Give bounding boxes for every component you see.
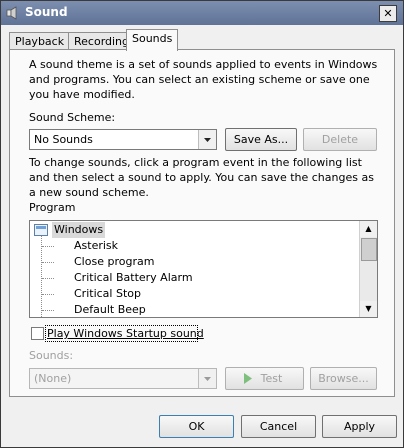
play-icon <box>244 373 252 384</box>
tree-connector <box>42 310 54 311</box>
chevron-down-icon <box>198 130 216 149</box>
scroll-down-icon[interactable]: ▼ <box>360 301 377 317</box>
close-icon: ✕ <box>383 7 393 20</box>
tree-connector <box>42 278 54 279</box>
browse-button[interactable]: Browse... <box>310 367 377 390</box>
browse-label: Browse... <box>318 372 369 385</box>
list-item-label: Critical Stop <box>74 287 141 300</box>
list-item[interactable]: Default Beep <box>74 302 146 317</box>
save-as-label: Save As... <box>233 133 289 146</box>
scroll-up-icon[interactable]: ▲ <box>360 221 377 237</box>
instructions-text: To change sounds, click a program event … <box>29 156 374 199</box>
list-item[interactable]: Asterisk <box>74 238 118 254</box>
tab-label: Playback <box>15 35 65 48</box>
sounds-dropdown[interactable]: (None) <box>29 368 217 389</box>
list-item[interactable]: Close program <box>74 254 154 270</box>
test-label: Test <box>260 372 283 385</box>
sounds-value: (None) <box>34 372 72 385</box>
tree-connector <box>42 262 54 263</box>
title-bar[interactable]: Sound ✕ <box>1 1 403 25</box>
list-item-label: Close program <box>74 255 155 268</box>
sound-scheme-value: No Sounds <box>34 133 93 146</box>
list-item-label: Asterisk <box>74 239 119 252</box>
delete-button[interactable]: Delete <box>303 128 377 151</box>
windows-group-label: Windows <box>52 222 106 238</box>
test-button[interactable]: Test <box>225 367 304 390</box>
close-button[interactable]: ✕ <box>379 5 397 22</box>
window-title: Sound <box>25 5 68 19</box>
speaker-icon <box>6 6 17 20</box>
sound-scheme-label: Sound Scheme: <box>29 111 116 124</box>
list-scrollbar[interactable]: ▲ ▼ <box>359 221 377 317</box>
program-label: Program <box>29 201 76 214</box>
apply-label: Apply <box>343 420 376 433</box>
tree-connector <box>41 235 42 317</box>
windows-icon <box>34 224 48 236</box>
startup-sound-label[interactable]: Play Windows Startup sound <box>47 326 204 341</box>
startup-sound-checkbox[interactable] <box>31 327 44 340</box>
tree-connector <box>42 294 54 295</box>
list-item-label: Default Beep <box>74 303 146 316</box>
list-item[interactable]: Critical Battery Alarm <box>74 270 193 286</box>
chevron-down-icon <box>198 369 216 388</box>
cancel-label: Cancel <box>259 420 298 433</box>
cancel-button[interactable]: Cancel <box>241 415 316 438</box>
save-as-button[interactable]: Save As... <box>225 128 297 151</box>
sound-dialog: Sound ✕ Playback Recording Sounds A soun… <box>0 0 404 448</box>
apply-button[interactable]: Apply <box>322 415 397 438</box>
list-item[interactable]: Critical Stop <box>74 286 141 302</box>
sound-scheme-dropdown[interactable]: No Sounds <box>29 129 217 150</box>
tab-sounds[interactable]: Sounds <box>126 29 179 51</box>
ok-label: OK <box>188 420 205 433</box>
tab-label: Recording <box>74 35 130 48</box>
ok-button[interactable]: OK <box>159 415 234 438</box>
sounds-label: Sounds: <box>29 349 74 362</box>
tab-label: Sounds <box>132 32 173 45</box>
list-item-label: Critical Battery Alarm <box>74 271 193 284</box>
scrollbar-thumb[interactable] <box>361 238 377 261</box>
delete-label: Delete <box>321 133 359 146</box>
tree-connector <box>42 246 54 247</box>
intro-text: A sound theme is a set of sounds applied… <box>29 58 378 101</box>
program-events-list[interactable]: Windows Asterisk Close program Critical … <box>29 220 378 318</box>
